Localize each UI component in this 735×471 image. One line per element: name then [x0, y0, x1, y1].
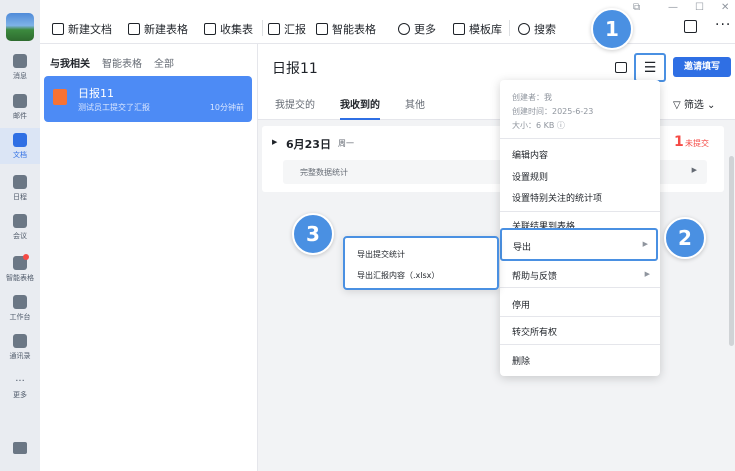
search-button[interactable]: 搜索	[518, 21, 556, 37]
tab-all[interactable]: 全部	[154, 55, 174, 70]
calendar-icon	[13, 175, 27, 189]
rail-contacts[interactable]: 通讯录	[0, 334, 40, 361]
more-circle-icon	[398, 23, 410, 35]
ellipsis-icon[interactable]: ···	[715, 17, 731, 33]
more-button[interactable]: 更多	[398, 21, 436, 37]
collect-icon	[204, 23, 216, 35]
avatar[interactable]	[6, 13, 34, 41]
contacts-icon	[13, 334, 27, 348]
maximize-icon[interactable]: ☐	[695, 2, 704, 13]
doc-icon	[13, 133, 27, 147]
pin-icon[interactable]: ⧉	[633, 2, 640, 13]
invite-button[interactable]: 邀请填写	[673, 57, 731, 77]
step-badge-2: 2	[664, 217, 706, 259]
menu-disable[interactable]: 停用	[512, 298, 530, 311]
grid-icon	[13, 295, 27, 309]
toolbar-divider	[262, 20, 263, 36]
export-submenu: 导出提交统计 导出汇报内容（.xlsx）	[343, 236, 499, 290]
menu-help[interactable]: 帮助与反馈	[512, 269, 557, 282]
chevron-right-icon: ▶	[644, 270, 650, 278]
export-stats-item[interactable]: 导出提交统计	[357, 249, 405, 260]
menu-transfer[interactable]: 转交所有权	[512, 325, 557, 338]
more-menu: 创建者：我 创建时间：2025-6-23 大小：6 KB ⓘ 编辑内容 设置规则…	[500, 80, 660, 376]
scrollbar[interactable]	[729, 156, 734, 346]
list-panel: 与我相关 智能表格 全部 日报11 测试员工提交了汇报 10分钟前	[40, 44, 258, 471]
report-button[interactable]: 汇报	[268, 21, 306, 37]
templates-button[interactable]: 模板库	[453, 21, 502, 37]
filter-button[interactable]: ▽ 筛选 ⌄	[673, 96, 715, 111]
meeting-icon	[13, 214, 27, 228]
copy-icon[interactable]	[615, 62, 627, 73]
mail-icon	[13, 94, 27, 108]
layout-icon[interactable]	[684, 20, 697, 33]
rail-smart-sheet[interactable]: 智能表格	[0, 254, 40, 283]
rail-calendar[interactable]: 日程	[0, 175, 40, 202]
smart-sheet-icon	[316, 23, 328, 35]
hamburger-icon: ☰	[643, 59, 657, 76]
filter-icon: ▽	[673, 100, 684, 111]
menu-divider	[500, 211, 660, 212]
toolbar-divider	[509, 20, 510, 36]
more-dots-icon: ···	[15, 376, 25, 387]
export-content-item[interactable]: 导出汇报内容（.xlsx）	[357, 270, 439, 281]
step-badge-3: 3	[292, 213, 334, 255]
menu-edit[interactable]: 编辑内容	[512, 148, 548, 161]
search-icon	[518, 23, 530, 35]
tab-submitted[interactable]: 我提交的	[275, 96, 315, 120]
rail-meeting[interactable]: 会议	[0, 214, 40, 241]
stats-icon[interactable]	[13, 442, 27, 454]
main-header: 日报11 我提交的 我收到的 其他 ☰ 邀请填写 ▽ 筛选 ⌄	[258, 44, 735, 120]
menu-export[interactable]: 导出 ▶	[500, 228, 658, 261]
menu-divider	[500, 344, 660, 345]
report-doc-icon	[53, 89, 67, 105]
smart-sheet-button[interactable]: 智能表格	[316, 21, 376, 37]
main-tabs: 我提交的 我收到的 其他	[275, 96, 425, 120]
minimize-icon[interactable]: —	[668, 2, 678, 13]
menu-divider	[500, 138, 660, 139]
collect-button[interactable]: 收集表	[204, 21, 253, 37]
chevron-right-icon: ▶	[691, 166, 697, 174]
filter-tabs: 与我相关 智能表格 全部	[50, 55, 174, 70]
left-rail: 消息 邮件 文档 日程 会议 智能表格 工作台 通讯录 ··· 更多	[0, 0, 40, 471]
template-icon	[453, 23, 465, 35]
menu-button[interactable]: ☰	[634, 53, 666, 82]
unsubmitted-count[interactable]: 1	[674, 134, 684, 150]
tab-smart-sheet[interactable]: 智能表格	[102, 55, 142, 70]
sheet-icon	[128, 23, 140, 35]
tab-other[interactable]: 其他	[405, 96, 425, 120]
rail-more[interactable]: ··· 更多	[0, 376, 40, 400]
menu-stat-items[interactable]: 设置特别关注的统计项	[512, 191, 602, 204]
new-sheet-button[interactable]: 新建表格	[128, 21, 188, 37]
report-icon	[268, 23, 280, 35]
page-title: 日报11	[272, 61, 318, 77]
step-badge-1: 1	[591, 8, 633, 50]
rail-workbench[interactable]: 工作台	[0, 295, 40, 322]
menu-divider	[500, 316, 660, 317]
new-doc-button[interactable]: 新建文档	[52, 21, 112, 37]
chevron-down-icon: ⌄	[703, 100, 716, 111]
doc-icon	[52, 23, 64, 35]
chat-icon	[13, 54, 27, 68]
menu-delete[interactable]: 删除	[512, 354, 530, 367]
rail-docs[interactable]: 文档	[0, 128, 40, 164]
menu-divider	[500, 287, 660, 288]
expand-triangle-icon[interactable]: ▶	[272, 138, 277, 146]
tab-received[interactable]: 我收到的	[340, 96, 380, 120]
menu-rules[interactable]: 设置规则	[512, 170, 548, 183]
notification-dot	[23, 254, 29, 260]
close-icon[interactable]: ✕	[721, 2, 729, 13]
rail-mail[interactable]: 邮件	[0, 94, 40, 121]
tab-related[interactable]: 与我相关	[50, 55, 90, 70]
rail-messages[interactable]: 消息	[0, 54, 40, 81]
chevron-right-icon: ▶	[642, 240, 648, 248]
list-item[interactable]: 日报11 测试员工提交了汇报 10分钟前	[44, 76, 252, 122]
